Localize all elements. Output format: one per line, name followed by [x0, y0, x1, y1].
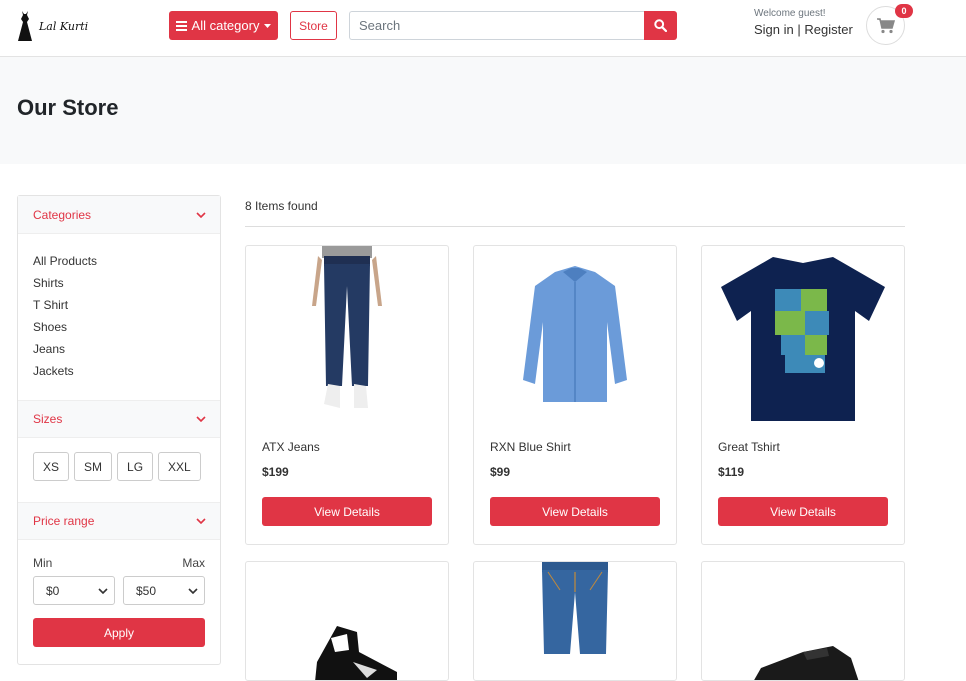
items-found-count: 8 Items found	[245, 199, 318, 213]
category-item-all-products[interactable]: All Products	[33, 250, 205, 272]
apply-button[interactable]: Apply	[33, 618, 205, 647]
size-xxl[interactable]: XXL	[158, 452, 201, 481]
chevron-down-icon	[98, 587, 108, 594]
product-card	[473, 561, 677, 681]
category-item-jeans[interactable]: Jeans	[33, 338, 205, 360]
blue-jeans-image	[542, 562, 608, 654]
max-price-value: $50	[136, 583, 157, 598]
auth-links: Sign in | Register	[754, 22, 853, 37]
category-item-t-shirt[interactable]: T Shirt	[33, 294, 205, 316]
view-details-button[interactable]: View Details	[718, 497, 888, 526]
logo-text: Lal Kurti	[39, 19, 89, 33]
min-label: Min	[33, 556, 53, 570]
size-xs[interactable]: XS	[33, 452, 70, 481]
caret-down-icon	[264, 23, 272, 28]
divider	[245, 226, 905, 227]
product-name[interactable]: Great Tshirt	[702, 440, 904, 454]
size-sm[interactable]: SM	[74, 452, 113, 481]
product-image-tshirt[interactable]	[702, 246, 904, 428]
jeans-image	[312, 246, 382, 408]
search-bar	[349, 11, 677, 40]
price-selects: $0 $50	[33, 576, 205, 605]
view-details-button[interactable]: View Details	[262, 497, 432, 526]
tshirt-image	[721, 257, 885, 421]
product-price: $199	[262, 465, 289, 479]
product-image-black-shoe[interactable]	[702, 562, 904, 680]
all-category-button[interactable]: All category	[169, 11, 278, 40]
menu-icon	[175, 20, 187, 31]
min-price-value: $0	[46, 583, 60, 598]
store-button[interactable]: Store	[290, 11, 337, 40]
size-options: XS SM LG XXL	[33, 452, 205, 481]
categories-title: Categories	[33, 207, 92, 222]
product-name[interactable]: RXN Blue Shirt	[474, 440, 676, 454]
category-list: All Products Shirts T Shirt Shoes Jeans …	[33, 250, 205, 382]
category-item-shirts[interactable]: Shirts	[33, 272, 205, 294]
product-image-jeans[interactable]	[246, 246, 448, 428]
max-label: Max	[182, 556, 205, 570]
categories-header[interactable]: Categories	[18, 196, 220, 234]
search-icon	[654, 19, 667, 32]
page-banner: Our Store	[0, 57, 966, 164]
logo[interactable]: Lal Kurti	[17, 10, 88, 42]
product-price: $99	[490, 465, 511, 479]
product-card	[701, 561, 905, 681]
sizes-header[interactable]: Sizes	[18, 400, 220, 438]
all-category-label: All category	[191, 18, 260, 33]
price-range-body: Min Max $0 $50 Apply	[18, 540, 220, 662]
black-shoe-image	[754, 646, 859, 680]
view-details-button[interactable]: View Details	[490, 497, 660, 526]
product-card	[245, 561, 449, 681]
sizes-body: XS SM LG XXL	[18, 438, 220, 502]
auth-separator: |	[793, 22, 805, 37]
max-price-select[interactable]: $50	[123, 576, 205, 605]
product-card: RXN Blue Shirt $99 View Details	[473, 245, 677, 545]
size-lg[interactable]: LG	[117, 452, 154, 481]
filter-sidebar: Categories All Products Shirts T Shirt S…	[17, 195, 221, 665]
min-max-labels: Min Max	[33, 556, 205, 570]
chevron-down-icon	[196, 211, 206, 218]
sign-in-link[interactable]: Sign in	[754, 22, 794, 37]
cart-count-badge: 0	[895, 4, 913, 18]
product-image-jeans-folded[interactable]	[474, 562, 676, 680]
category-item-shoes[interactable]: Shoes	[33, 316, 205, 338]
product-image-shirt[interactable]	[474, 246, 676, 428]
chevron-down-icon	[188, 587, 198, 594]
chevron-down-icon	[196, 518, 206, 524]
page-title: Our Store	[17, 95, 119, 120]
dress-icon	[18, 11, 32, 41]
blue-shirt-image	[523, 266, 627, 402]
welcome-text: Welcome guest!	[754, 8, 826, 19]
categories-body: All Products Shirts T Shirt Shoes Jeans …	[18, 234, 220, 400]
price-range-title: Price range	[33, 514, 95, 528]
shopping-cart-icon	[876, 17, 895, 33]
product-price: $119	[718, 465, 745, 479]
sizes-title: Sizes	[33, 412, 63, 426]
min-price-select[interactable]: $0	[33, 576, 115, 605]
product-name[interactable]: ATX Jeans	[246, 440, 448, 454]
search-input[interactable]	[349, 11, 644, 40]
top-header: Lal Kurti All category Store Welcome gue…	[0, 0, 966, 57]
category-item-jackets[interactable]: Jackets	[33, 360, 205, 382]
product-card: Great Tshirt $119 View Details	[701, 245, 905, 545]
chevron-down-icon	[196, 416, 206, 422]
search-button[interactable]	[644, 11, 677, 40]
register-link[interactable]: Register	[804, 22, 852, 37]
price-range-header[interactable]: Price range	[18, 502, 220, 540]
product-image-sneaker[interactable]	[246, 562, 448, 680]
product-card: ATX Jeans $199 View Details	[245, 245, 449, 545]
